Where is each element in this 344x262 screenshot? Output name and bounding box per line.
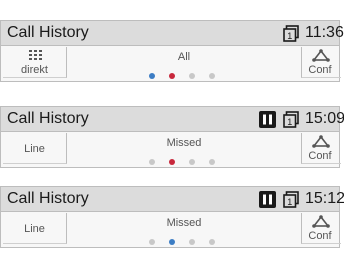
panel-title: Call History xyxy=(7,190,89,207)
panel-title: Call History xyxy=(7,24,89,41)
line-number: 1 xyxy=(287,197,292,207)
softkey-label: Conf xyxy=(308,230,332,242)
hold-icon xyxy=(259,111,276,128)
panel-title: Call History xyxy=(7,110,89,127)
line-number: 1 xyxy=(287,31,292,41)
panel-header: Call History 1 15:09 xyxy=(0,106,344,132)
filter-page-indicator xyxy=(149,73,229,80)
line-number: 1 xyxy=(287,117,292,127)
softkey-label: Line xyxy=(24,143,45,155)
conference-icon xyxy=(312,215,330,228)
filter-area: Missed xyxy=(71,132,297,168)
line-softkey[interactable]: Line xyxy=(3,213,67,244)
conf-softkey[interactable]: Conf xyxy=(301,213,341,244)
direkt-softkey[interactable]: direkt xyxy=(3,47,67,78)
page-dot xyxy=(209,73,215,79)
grid-icon xyxy=(29,50,43,61)
clock-time: 11:36 xyxy=(305,24,344,41)
filter-area: All xyxy=(71,46,297,82)
conference-icon xyxy=(312,49,330,62)
panel-body: Line Missed Conf xyxy=(0,132,341,168)
page-dot xyxy=(189,73,195,79)
page-dot xyxy=(209,159,215,165)
page-dot xyxy=(149,239,155,245)
page-dot xyxy=(149,73,155,79)
softkey-label: Conf xyxy=(308,150,332,162)
page-dot xyxy=(169,159,175,165)
clock-time: 15:12 xyxy=(305,190,344,207)
clock-time: 15:09 xyxy=(305,110,344,127)
filter-label: All xyxy=(177,51,191,63)
page-dot xyxy=(169,239,175,245)
filter-label: Missed xyxy=(166,137,202,149)
panel-header: Call History 1 15:12 xyxy=(0,186,344,212)
page-dot xyxy=(189,239,195,245)
line-1-icon: 1 xyxy=(283,111,299,128)
line-softkey[interactable]: Line xyxy=(3,133,67,164)
filter-page-indicator xyxy=(149,159,229,166)
line-1-icon: 1 xyxy=(283,25,299,42)
page-dot xyxy=(149,159,155,165)
conference-icon xyxy=(312,135,330,148)
softkey-label: Conf xyxy=(308,64,332,76)
page-dot xyxy=(169,73,175,79)
softkey-label: direkt xyxy=(21,64,48,76)
panel-body: Line Missed Conf xyxy=(0,212,341,248)
conf-softkey[interactable]: Conf xyxy=(301,133,341,164)
line-1-icon: 1 xyxy=(283,191,299,208)
filter-area: Missed xyxy=(71,212,297,248)
filter-page-indicator xyxy=(149,239,229,246)
conf-softkey[interactable]: Conf xyxy=(301,47,341,78)
hold-icon xyxy=(259,191,276,208)
page-dot xyxy=(209,239,215,245)
panel-header: Call History 1 11:36 xyxy=(0,20,344,46)
page-dot xyxy=(189,159,195,165)
softkey-label: Line xyxy=(24,223,45,235)
panel-body: direkt All Conf xyxy=(0,46,341,82)
filter-label: Missed xyxy=(166,217,202,229)
